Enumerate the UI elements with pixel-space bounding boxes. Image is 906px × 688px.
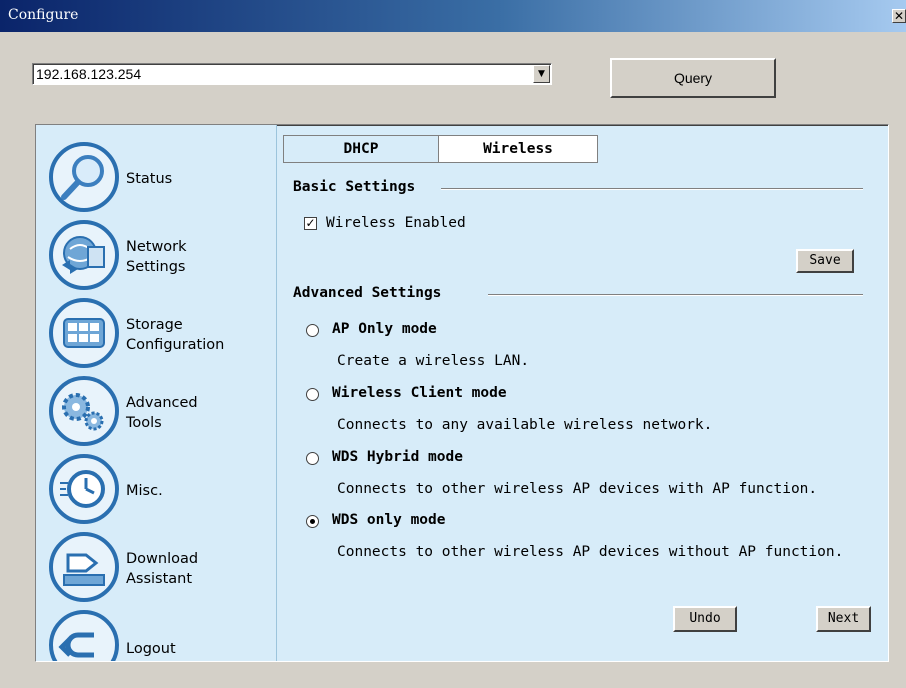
next-button[interactable]: Next <box>816 606 871 632</box>
save-button[interactable]: Save <box>796 249 854 273</box>
check-icon: ✓ <box>305 216 316 230</box>
main-panel: Status Network Settings Storage Configur… <box>35 124 889 662</box>
logout-arrow-icon <box>49 610 119 661</box>
ap-only-desc: Create a wireless LAN. <box>337 353 530 369</box>
radio-selected-dot <box>310 519 315 524</box>
undo-button[interactable]: Undo <box>673 606 737 632</box>
wds-only-label: WDS only mode <box>332 512 446 528</box>
query-button[interactable]: Query <box>610 58 776 98</box>
wireless-enabled-checkbox[interactable]: ✓ <box>304 217 317 230</box>
magnifier-icon <box>49 142 119 212</box>
tab-dhcp[interactable]: DHCP <box>283 135 439 163</box>
wireless-enabled-label: Wireless Enabled <box>326 215 466 231</box>
sidebar-item-logout[interactable]: Logout <box>46 609 271 661</box>
wds-only-desc: Connects to other wireless AP devices wi… <box>337 544 844 560</box>
sidebar-item-advanced-tools[interactable]: Advanced Tools <box>46 375 271 447</box>
ap-only-radio[interactable] <box>306 324 319 337</box>
dropdown-arrow-icon[interactable]: ▼ <box>533 65 550 83</box>
sidebar-item-misc[interactable]: Misc. <box>46 453 271 525</box>
sidebar: Status Network Settings Storage Configur… <box>36 125 277 661</box>
sidebar-item-label: Download Assistant <box>126 551 199 587</box>
tab-wireless[interactable]: Wireless <box>438 135 598 163</box>
sidebar-item-label: Advanced Tools <box>126 395 198 431</box>
sidebar-item-label: Misc. <box>126 483 163 499</box>
network-globe-icon <box>49 220 119 290</box>
wds-hybrid-desc: Connects to other wireless AP devices wi… <box>337 481 818 497</box>
sidebar-item-download-assistant[interactable]: Download Assistant <box>46 531 271 603</box>
storage-grid-icon <box>49 298 119 368</box>
download-tray-icon <box>49 532 119 602</box>
sidebar-item-label: Logout <box>126 641 176 657</box>
close-button[interactable]: ✕ <box>892 9 906 23</box>
close-icon: ✕ <box>893 9 905 23</box>
sidebar-item-network-settings[interactable]: Network Settings <box>46 219 271 291</box>
advanced-settings-title: Advanced Settings <box>293 285 442 301</box>
device-ip-select[interactable]: 192.168.123.254 ▼ <box>32 63 552 85</box>
basic-settings-title: Basic Settings <box>293 179 416 195</box>
wds-only-radio[interactable] <box>306 515 319 528</box>
wds-hybrid-label: WDS Hybrid mode <box>332 449 463 465</box>
sidebar-item-status[interactable]: Status <box>46 141 271 213</box>
wds-hybrid-radio[interactable] <box>306 452 319 465</box>
sidebar-item-storage-configuration[interactable]: Storage Configuration <box>46 297 271 369</box>
wireless-client-desc: Connects to any available wireless netwo… <box>337 417 713 433</box>
divider <box>488 294 863 296</box>
sidebar-item-label: Network Settings <box>126 239 187 275</box>
sidebar-item-label: Storage Configuration <box>126 317 225 353</box>
wireless-client-label: Wireless Client mode <box>332 385 507 401</box>
title-bar: Configure ✕ <box>0 0 906 32</box>
sidebar-item-label: Status <box>126 171 173 187</box>
wireless-client-radio[interactable] <box>306 388 319 401</box>
ip-value: 192.168.123.254 <box>36 66 142 82</box>
divider <box>441 188 863 190</box>
window-title: Configure <box>8 7 79 23</box>
ap-only-label: AP Only mode <box>332 321 437 337</box>
gears-icon <box>49 376 119 446</box>
clock-icon <box>49 454 119 524</box>
